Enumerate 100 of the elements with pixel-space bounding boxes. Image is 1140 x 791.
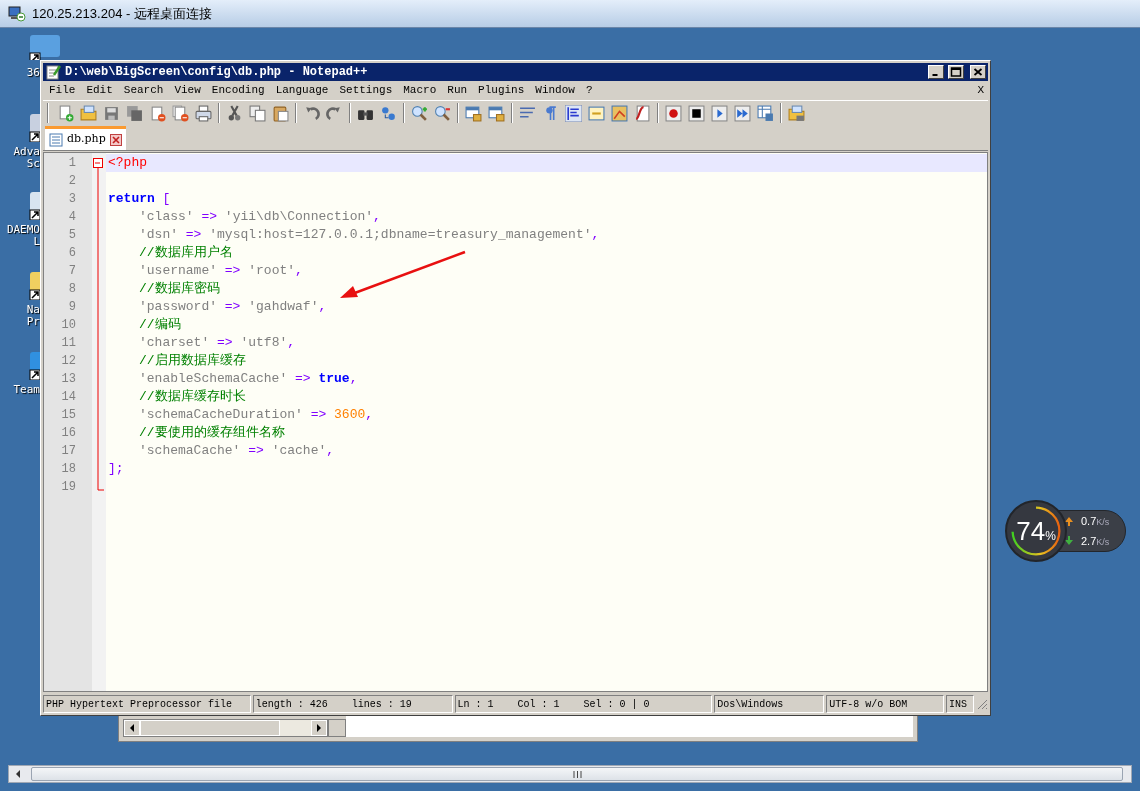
resize-grip-icon[interactable] bbox=[976, 697, 988, 710]
desktop-shortcut-icon[interactable] bbox=[28, 33, 62, 60]
redo-icon[interactable] bbox=[326, 104, 343, 122]
close-button[interactable] bbox=[970, 65, 986, 79]
line-number: 3 bbox=[67, 191, 77, 208]
record-icon[interactable] bbox=[665, 104, 682, 122]
scissors-icon[interactable] bbox=[226, 104, 243, 122]
left-arrow-icon[interactable] bbox=[15, 770, 21, 778]
menu-item[interactable]: Language bbox=[275, 82, 329, 99]
code-line: //数据库密码 bbox=[138, 280, 221, 298]
scrollbar-corner bbox=[328, 719, 346, 737]
document-icon bbox=[49, 132, 63, 147]
left-arrow-icon bbox=[129, 724, 135, 732]
line-number: 7 bbox=[67, 263, 77, 280]
code-line: //启用数据库缓存 bbox=[138, 352, 247, 370]
panel-icon[interactable] bbox=[588, 104, 605, 122]
zoom-out-icon[interactable] bbox=[434, 104, 451, 122]
menu-item[interactable]: Plugins bbox=[478, 82, 525, 99]
clipboard-icon[interactable] bbox=[272, 104, 289, 122]
desktop-icon-label: L bbox=[32, 236, 40, 248]
desktop-icon-label: DAEMO bbox=[5, 224, 40, 236]
window-lock-icon[interactable] bbox=[465, 104, 482, 122]
new-file-icon[interactable] bbox=[57, 104, 74, 122]
line-number: 14 bbox=[60, 389, 77, 406]
menu-item[interactable]: Window bbox=[535, 82, 575, 99]
close-file-icon[interactable] bbox=[149, 104, 166, 122]
code-line: 'password' => 'gahdwaf', bbox=[138, 298, 328, 316]
menu-item[interactable]: Run bbox=[447, 82, 468, 99]
window-lock-icon[interactable] bbox=[488, 104, 505, 122]
status-bar-field: Dos\Windows bbox=[714, 694, 825, 713]
notepad-icon bbox=[45, 64, 61, 80]
code-line: //数据库缓存时长 bbox=[138, 388, 247, 406]
menu-item[interactable]: File bbox=[49, 82, 76, 99]
code-line: //数据库用户名 bbox=[138, 244, 234, 262]
status-bar-field: length : 426 lines : 19 bbox=[252, 694, 453, 713]
desktop-icon-label: Sc bbox=[25, 158, 40, 170]
line-number: 13 bbox=[60, 371, 77, 388]
down-arrow-icon bbox=[1065, 536, 1073, 546]
scroll-right-button[interactable] bbox=[311, 720, 327, 736]
code-line: ]; bbox=[107, 460, 125, 478]
folder-icon[interactable] bbox=[80, 104, 97, 122]
line-number: 2 bbox=[67, 173, 77, 190]
line-number: 4 bbox=[67, 209, 77, 226]
floppy-disks-icon[interactable] bbox=[126, 104, 143, 122]
line-number: 8 bbox=[67, 281, 77, 298]
printer-icon[interactable] bbox=[195, 104, 212, 122]
menu-item[interactable]: Search bbox=[123, 82, 164, 99]
minimize-button[interactable] bbox=[928, 65, 944, 79]
play-icon[interactable] bbox=[711, 104, 728, 122]
right-arrow-icon bbox=[316, 724, 322, 732]
menu-item[interactable]: Macro bbox=[403, 82, 437, 99]
line-number: 6 bbox=[67, 245, 77, 262]
status-bar-field: Ln : 1 Col : 1 Sel : 0 | 0 bbox=[454, 694, 713, 713]
close-tab-icon[interactable] bbox=[109, 133, 122, 146]
window-title: 120.25.213.204 - 远程桌面连接 bbox=[32, 4, 212, 23]
code-line: 'schemaCacheDuration' => 3600, bbox=[138, 406, 375, 424]
maximize-button[interactable] bbox=[948, 65, 964, 79]
code-line: //要使用的缓存组件名称 bbox=[138, 424, 286, 442]
status-bar-field: PHP Hypertext Preprocessor file bbox=[43, 694, 251, 713]
copy-icon[interactable] bbox=[249, 104, 266, 122]
line-number: 19 bbox=[60, 479, 77, 496]
cpu-percent: 74% bbox=[1016, 518, 1056, 544]
code-line: 'charset' => 'utf8', bbox=[138, 334, 297, 352]
line-number: 9 bbox=[67, 299, 77, 316]
stop-icon[interactable] bbox=[688, 104, 705, 122]
scroll-left-button[interactable] bbox=[124, 720, 140, 736]
gauge-arc bbox=[1011, 506, 1061, 556]
code-line: //编码 bbox=[138, 316, 182, 334]
macro-save-icon[interactable] bbox=[757, 104, 774, 122]
close-files-icon[interactable] bbox=[172, 104, 189, 122]
line-number: 17 bbox=[60, 443, 77, 460]
desktop-icon-label: Adva bbox=[12, 146, 40, 158]
window-title: D:\web\BigScreen\config\db.php - Notepad++ bbox=[65, 64, 369, 81]
menu-item[interactable]: View bbox=[174, 82, 201, 99]
code-line: 'enableSchemaCache' => true, bbox=[138, 370, 359, 388]
horizontal-scrollbar[interactable] bbox=[8, 765, 1132, 783]
menu-item[interactable]: Encoding bbox=[211, 82, 265, 99]
code-line: 'username' => 'root', bbox=[138, 262, 304, 280]
line-number: 12 bbox=[60, 353, 77, 370]
line-number: 16 bbox=[60, 425, 77, 442]
scroll-thumb[interactable] bbox=[31, 767, 1123, 781]
line-number: 11 bbox=[60, 335, 77, 352]
menu-item[interactable]: Edit bbox=[86, 82, 113, 99]
close-document-button[interactable]: X bbox=[977, 82, 984, 99]
desktop-icon-label: Team bbox=[12, 384, 40, 396]
grip-icon bbox=[572, 770, 582, 778]
status-bar-field: UTF-8 w/o BOM bbox=[826, 694, 945, 713]
menu-item[interactable]: Settings bbox=[339, 82, 393, 99]
document-tab[interactable]: db.php bbox=[45, 126, 126, 150]
zoom-in-icon[interactable] bbox=[411, 104, 428, 122]
line-number: 1 bbox=[67, 155, 77, 172]
undo-icon[interactable] bbox=[303, 104, 320, 122]
indent-guide-icon[interactable] bbox=[565, 104, 582, 122]
desktop-icon-label: Na bbox=[25, 304, 40, 316]
folder-icon[interactable] bbox=[788, 104, 805, 122]
code-line: 'dsn' => 'mysql:host=127.0.0.1;dbname=treasury_management', bbox=[138, 226, 601, 244]
menu-item[interactable]: ? bbox=[585, 82, 593, 99]
desktop-icon-label: 36 bbox=[25, 67, 40, 79]
horizontal-scrollbar[interactable] bbox=[123, 719, 328, 737]
fast-forward-icon[interactable] bbox=[734, 104, 751, 122]
